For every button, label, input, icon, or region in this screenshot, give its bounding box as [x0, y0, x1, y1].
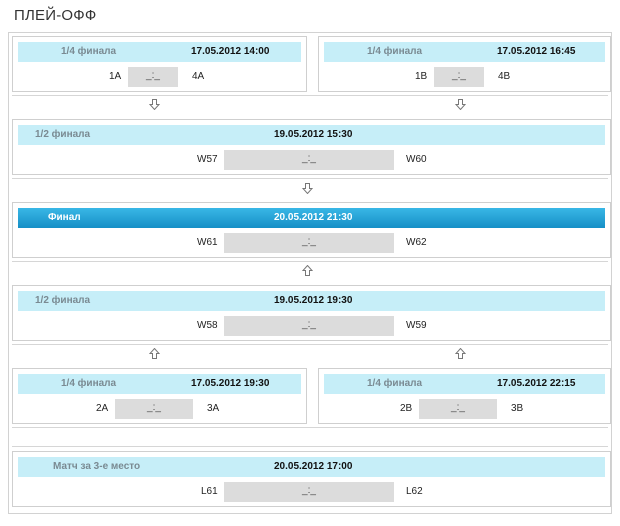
match-datetime: 17.05.2012 16:45 [497, 46, 576, 57]
away-team: W62 [406, 237, 427, 248]
away-team: 4B [498, 71, 511, 82]
home-team: W61 [197, 237, 218, 248]
home-team: W57 [197, 154, 218, 165]
arrow-down-icon [302, 183, 313, 194]
away-team: W60 [406, 154, 427, 165]
home-team: 2A [96, 403, 109, 414]
match-datetime: 17.05.2012 22:15 [497, 378, 576, 389]
score-box: _:_ [224, 316, 394, 336]
round-label: 1/4 финала [367, 46, 423, 57]
round-label: 1/4 финала [367, 378, 423, 389]
match-datetime: 20.05.2012 17:00 [274, 461, 353, 472]
away-team: 3B [511, 403, 524, 414]
divider [12, 344, 608, 345]
away-team: L62 [406, 486, 423, 497]
match-header: Финал 20.05.2012 21:30 [18, 208, 605, 228]
score-box: _:_ [115, 399, 193, 419]
match-card-qf2[interactable]: 1/4 финала 17.05.2012 16:45 1B _:_ 4B [318, 36, 611, 92]
divider [12, 95, 608, 96]
round-label: Финал [48, 212, 81, 223]
home-team: 2B [400, 403, 413, 414]
match-header: 1/4 финала 17.05.2012 16:45 [324, 42, 605, 62]
match-header: 1/4 финала 17.05.2012 14:00 [18, 42, 301, 62]
score-box: _:_ [224, 150, 394, 170]
match-card-sf2[interactable]: 1/2 финала 19.05.2012 19:30 W58 _:_ W59 [12, 285, 611, 341]
divider [12, 261, 608, 262]
match-card-third-place[interactable]: Матч за 3-е место 20.05.2012 17:00 L61 _… [12, 451, 611, 507]
divider [12, 427, 608, 428]
home-team: W58 [197, 320, 218, 331]
match-card-qf4[interactable]: 1/4 финала 17.05.2012 22:15 2B _:_ 3B [318, 368, 611, 424]
playoff-bracket: 1/4 финала 17.05.2012 14:00 1A _:_ 4A 1/… [8, 32, 612, 514]
page-title: ПЛЕЙ-ОФФ [14, 7, 97, 24]
score-box: _:_ [419, 399, 497, 419]
round-label: 1/2 финала [35, 129, 91, 140]
match-header: 1/4 финала 17.05.2012 19:30 [18, 374, 301, 394]
match-datetime: 20.05.2012 21:30 [274, 212, 353, 223]
match-card-qf1[interactable]: 1/4 финала 17.05.2012 14:00 1A _:_ 4A [12, 36, 307, 92]
arrow-up-icon [302, 265, 313, 276]
home-team: L61 [201, 486, 218, 497]
round-label: 1/4 финала [61, 46, 117, 57]
match-header: Матч за 3-е место 20.05.2012 17:00 [18, 457, 605, 477]
score-box: _:_ [224, 233, 394, 253]
match-datetime: 19.05.2012 19:30 [274, 295, 353, 306]
divider [12, 178, 608, 179]
match-card-qf3[interactable]: 1/4 финала 17.05.2012 19:30 2A _:_ 3A [12, 368, 307, 424]
score-box: _:_ [434, 67, 484, 87]
score-box: _:_ [128, 67, 178, 87]
arrow-down-icon [455, 99, 466, 110]
match-datetime: 17.05.2012 19:30 [191, 378, 270, 389]
arrow-up-icon [455, 348, 466, 359]
score-box: _:_ [224, 482, 394, 502]
match-header: 1/4 финала 17.05.2012 22:15 [324, 374, 605, 394]
match-header: 1/2 финала 19.05.2012 15:30 [18, 125, 605, 145]
match-card-sf1[interactable]: 1/2 финала 19.05.2012 15:30 W57 _:_ W60 [12, 119, 611, 175]
round-label: 1/2 финала [35, 295, 91, 306]
round-label: Матч за 3-е место [53, 461, 141, 472]
round-label: 1/4 финала [61, 378, 117, 389]
match-datetime: 19.05.2012 15:30 [274, 129, 353, 140]
away-team: 4A [192, 71, 205, 82]
arrow-down-icon [149, 99, 160, 110]
match-card-final[interactable]: Финал 20.05.2012 21:30 W61 _:_ W62 [12, 202, 611, 258]
away-team: W59 [406, 320, 427, 331]
divider [12, 446, 608, 447]
home-team: 1A [109, 71, 122, 82]
match-header: 1/2 финала 19.05.2012 19:30 [18, 291, 605, 311]
away-team: 3A [207, 403, 220, 414]
arrow-up-icon [149, 348, 160, 359]
match-datetime: 17.05.2012 14:00 [191, 46, 270, 57]
home-team: 1B [415, 71, 428, 82]
